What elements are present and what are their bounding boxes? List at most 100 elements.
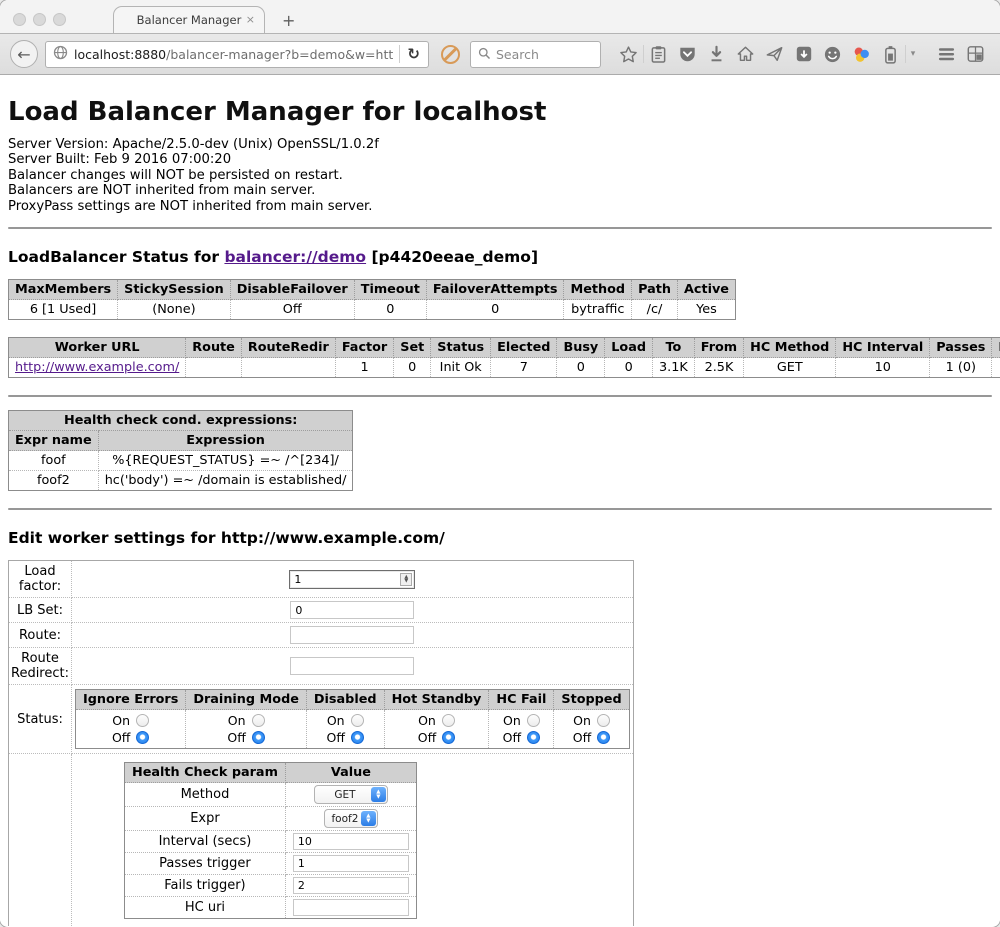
heading-prefix: LoadBalancer Status for xyxy=(8,248,224,266)
cell-path: /c/ xyxy=(632,300,678,320)
col-expr-name: Expr name xyxy=(9,431,99,451)
route-label: Route: xyxy=(9,623,72,648)
off-label: Off xyxy=(503,729,521,746)
bookmark-star-icon[interactable] xyxy=(614,45,643,64)
back-button[interactable]: ← xyxy=(10,40,38,68)
send-icon[interactable] xyxy=(760,45,789,63)
form-row-status: Status: Ignore Errors Draining Mode Disa… xyxy=(9,685,634,754)
cell-from: 2.5K xyxy=(694,358,743,378)
overflow-chevron-icon[interactable]: ▾ xyxy=(906,49,920,59)
radio-stopped-off[interactable] xyxy=(597,731,610,744)
on-label: On xyxy=(573,712,591,729)
load-factor-label: Load factor: xyxy=(9,561,72,598)
off-label: Off xyxy=(327,729,345,746)
battery-icon[interactable] xyxy=(876,45,905,64)
route-input[interactable] xyxy=(290,626,414,644)
search-input[interactable] xyxy=(496,47,586,62)
radio-ignore-errors-on[interactable] xyxy=(136,714,149,727)
radio-ignore-errors-off[interactable] xyxy=(136,731,149,744)
col-from: From xyxy=(694,338,743,358)
passes-trigger-input[interactable] xyxy=(293,855,409,872)
new-tab-button[interactable]: + xyxy=(282,11,295,30)
toolbar-icons: ▾ xyxy=(614,45,990,64)
url-bar[interactable]: localhost:8880/balancer-manager?b=demo&w… xyxy=(45,41,429,68)
clipboard-icon[interactable] xyxy=(644,45,673,64)
search-box[interactable] xyxy=(470,41,601,68)
tab-balancer-manager[interactable]: Balancer Manager × xyxy=(113,6,265,33)
status-table: Ignore Errors Draining Mode Disabled Hot… xyxy=(75,689,630,749)
cell-expr-name: foof xyxy=(9,451,99,471)
method-label: Method xyxy=(125,783,286,807)
emoji-icon[interactable] xyxy=(818,45,847,64)
number-spinner-icon[interactable]: ▲▼ xyxy=(400,573,412,586)
col-fails: Fails xyxy=(992,338,1000,358)
route-redirect-label: Route Redirect: xyxy=(9,648,72,685)
interval-label: Interval (secs) xyxy=(125,831,286,853)
balancer-demo-link[interactable]: balancer://demo xyxy=(224,248,366,266)
minimize-window-button[interactable] xyxy=(33,13,46,26)
col-failoverattempts: FailoverAttempts xyxy=(426,280,564,300)
cell-to: 3.1K xyxy=(653,358,695,378)
table-row: On Off On Off On Off xyxy=(76,710,630,749)
window-controls xyxy=(13,13,66,26)
expr-select[interactable]: foof2▲▼ xyxy=(324,809,378,828)
radio-disabled-off[interactable] xyxy=(351,731,364,744)
zoom-window-button[interactable] xyxy=(53,13,66,26)
form-row-health-check: Health Check param Value Method GET▲▼ Ex… xyxy=(9,754,634,926)
reader-icon[interactable] xyxy=(789,45,818,63)
radio-stopped-on[interactable] xyxy=(597,714,610,727)
persist-notice-line: Balancer changes will NOT be persisted o… xyxy=(8,168,992,183)
tab-groups-icon[interactable] xyxy=(961,45,990,63)
form-row-route-redirect: Route Redirect: xyxy=(9,648,634,685)
hc-expressions-table: Health check cond. expressions: Expr nam… xyxy=(8,410,353,491)
tab-title: Balancer Manager xyxy=(137,13,242,27)
col-hot-standby: Hot Standby xyxy=(384,690,489,710)
interval-input[interactable] xyxy=(293,833,409,850)
table-row: 6 [1 Used] (None) Off 0 0 bytraffic /c/ … xyxy=(9,300,736,320)
cell-factor: 1 xyxy=(335,358,393,378)
cell-routeredir xyxy=(241,358,335,378)
col-active: Active xyxy=(677,280,735,300)
table-header-row: MaxMembers StickySession DisableFailover… xyxy=(9,280,736,300)
table-row: Passes trigger xyxy=(125,853,417,875)
fails-trigger-input[interactable] xyxy=(293,877,409,894)
form-row-lb-set: LB Set: xyxy=(9,598,634,623)
close-window-button[interactable] xyxy=(13,13,26,26)
blocked-icon[interactable] xyxy=(441,45,460,64)
col-hc-fail: HC Fail xyxy=(489,690,554,710)
url-text[interactable]: localhost:8880/balancer-manager?b=demo&w… xyxy=(74,47,393,62)
url-domain: localhost:8880 xyxy=(74,47,166,62)
load-factor-input[interactable] xyxy=(289,570,415,589)
hc-uri-input[interactable] xyxy=(293,899,409,916)
urlbar-divider xyxy=(399,45,400,63)
server-version-line: Server Version: Apache/2.5.0-dev (Unix) … xyxy=(8,137,992,152)
hc-expressions-title: Health check cond. expressions: xyxy=(9,411,353,431)
cell-hc-interval: 10 xyxy=(836,358,930,378)
pocket-icon[interactable] xyxy=(673,45,702,63)
radio-hc-fail-on[interactable] xyxy=(527,714,540,727)
close-tab-icon[interactable]: × xyxy=(246,13,255,26)
table-header-row: Expr name Expression xyxy=(9,431,353,451)
col-disablefailover: DisableFailover xyxy=(230,280,354,300)
radio-disabled-on[interactable] xyxy=(351,714,364,727)
radio-hot-standby-on[interactable] xyxy=(442,714,455,727)
home-icon[interactable] xyxy=(731,45,760,63)
col-expression: Expression xyxy=(98,431,353,451)
cell-method: bytraffic xyxy=(564,300,632,320)
radio-hc-fail-off[interactable] xyxy=(527,731,540,744)
radio-draining-mode-off[interactable] xyxy=(252,731,265,744)
radio-draining-mode-on[interactable] xyxy=(252,714,265,727)
page-title: Load Balancer Manager for localhost xyxy=(8,97,992,127)
method-select[interactable]: GET▲▼ xyxy=(314,785,388,804)
table-header-row: Ignore Errors Draining Mode Disabled Hot… xyxy=(76,690,630,710)
menu-icon[interactable] xyxy=(932,46,961,62)
download-icon[interactable] xyxy=(702,45,731,63)
divider xyxy=(8,227,992,229)
reload-button[interactable]: ↻ xyxy=(406,45,421,63)
route-redirect-input[interactable] xyxy=(290,657,414,675)
cell-load: 0 xyxy=(605,358,653,378)
lb-set-input[interactable] xyxy=(290,601,414,619)
worker-url-link[interactable]: http://www.example.com/ xyxy=(15,360,179,375)
palette-icon[interactable] xyxy=(847,45,876,64)
radio-hot-standby-off[interactable] xyxy=(442,731,455,744)
